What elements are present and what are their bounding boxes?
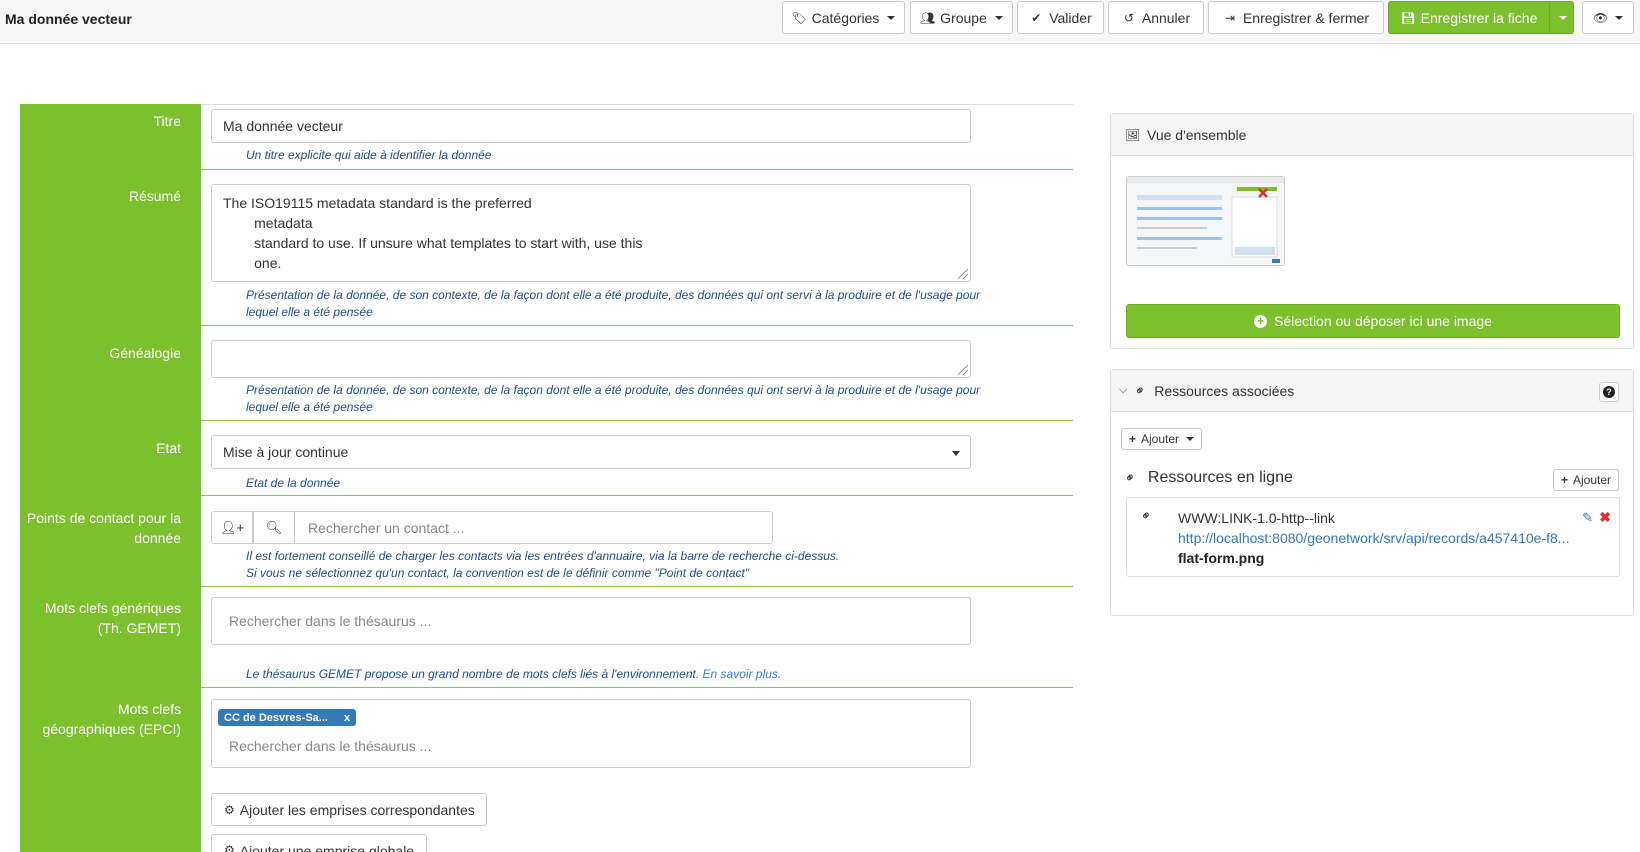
gemet-help: Le thésaurus GEMET propose un grand nomb… [246,667,782,681]
view-mode-dropdown[interactable]: 👁︎ [1582,1,1634,34]
contacts-help-1: Il est fortement conseillé de charger le… [246,549,840,563]
resume-label: Résumé [128,188,181,204]
caret-down-icon [1615,15,1623,20]
valider-button[interactable]: ✔ Valider [1017,1,1104,34]
etat-select[interactable]: Mise à jour continue [211,435,971,469]
caret-down-icon [1558,15,1567,20]
online-resources-heading: ⚭ Ressources en ligne [1120,468,1293,487]
resources-panel-header[interactable]: ⌵ ⚭ Ressources associées ? [1111,370,1633,412]
resources-panel: ⌵ ⚭ Ressources associées ? + Ajouter ⚭ R… [1110,369,1634,616]
groupe-dropdown-button[interactable]: 👥︎ Groupe [910,1,1013,34]
contact-search-group: 👤︎+ 🔍︎ Rechercher un contact ... [211,511,773,544]
gemet-learn-more-link[interactable]: En savoir plus [703,667,778,681]
plus-circle-icon: + [1254,314,1268,328]
caret-down-icon [1186,437,1195,441]
resume-line: one. [223,255,282,271]
gemet-label: Mots clefs génériques (Th. GEMET) [44,600,181,636]
user-plus-icon: 👤︎+ [219,519,245,535]
etat-label: Etat [156,440,181,456]
resize-handle-icon[interactable] [958,269,968,279]
undo-icon: ↺ [1123,10,1134,25]
genealogie-label: Généalogie [109,345,181,361]
plus-icon: + [1560,473,1568,487]
annuler-button[interactable]: ↺ Annuler [1108,1,1204,34]
tag-remove-button[interactable]: x [344,712,350,724]
epci-label: Mots clefs géographiques (EPCI) [42,701,181,737]
resource-url-link[interactable]: http://localhost:8080/geonetwork/srv/api… [1178,530,1570,546]
chevron-down-icon: ⌵ [1119,384,1128,396]
overview-thumbnail[interactable] [1126,176,1285,266]
thumbnail-preview-image [1127,177,1284,265]
resume-textarea[interactable]: The ISO19115 metadata standard is the pr… [211,184,971,282]
categories-dropdown-button[interactable]: 🏷︎ Catégories [782,1,905,34]
tags-icon: 🏷︎ [791,10,807,25]
resize-handle-icon[interactable] [958,365,968,375]
genealogie-textarea[interactable] [211,340,971,378]
link-icon: ⚭ [1136,506,1156,525]
add-contact-button[interactable]: 👤︎+ [211,511,253,544]
row-separator [201,325,1073,326]
plus-icon: + [1129,432,1137,446]
floppy-disk-icon: 💾︎ [1400,10,1416,25]
users-icon: 👥︎ [920,10,936,25]
link-icon: ⚭ [1131,380,1150,400]
online-resource-item: ⚭ WWW:LINK-1.0-http--link http://localho… [1126,497,1620,577]
caret-down-icon [952,451,960,456]
save-close-button[interactable]: ⇥ Enregistrer & fermer [1208,1,1384,34]
page-title: Ma donnée vecteur [5,11,132,27]
pencil-icon[interactable]: ✎ [1582,510,1593,526]
resource-protocol: WWW:LINK-1.0-http--link [1178,510,1335,526]
contact-search-input[interactable]: Rechercher un contact ... [295,511,773,544]
genealogie-help: Présentation de la donnée, de son contex… [246,383,981,414]
remove-icon[interactable]: ✖ [1599,509,1611,526]
search-contact-button[interactable]: 🔍︎ [253,511,295,544]
gear-icon: ⚙ [224,843,235,852]
save-options-dropdown[interactable] [1549,1,1574,34]
check-icon: ✔ [1031,10,1042,25]
epci-search-input[interactable]: Rechercher dans le thésaurus ... [229,738,431,754]
resume-line: metadata [223,215,313,231]
eye-icon: 👁︎ [1593,10,1609,25]
row-separator [201,169,1073,170]
link-icon: ⚭ [1120,468,1140,487]
row-separator [201,687,1073,688]
etat-help: Etat de la donnée [246,476,341,490]
row-separator [201,586,1073,587]
question-icon: ? [1603,386,1615,398]
upload-image-button[interactable]: + Sélection ou déposer ici une image [1126,304,1620,338]
contacts-help-2: Si vous ne sélectionnez qu'un contact, l… [246,566,750,580]
overview-panel-header: 🖼︎ Vue d'ensemble [1111,114,1633,156]
add-emprises-button[interactable]: ⚙ Ajouter les emprises correspondantes [211,793,487,826]
contacts-label: Points de contact pour la donnée [26,510,181,546]
help-button[interactable]: ? [1599,382,1619,402]
overview-panel: 🖼︎ Vue d'ensemble + Sélection ou déposer… [1110,113,1634,349]
gemet-search-input[interactable]: Rechercher dans le thésaurus ... [211,597,971,645]
sign-out-icon: ⇥ [1224,10,1235,25]
label-column [20,104,201,852]
row-separator [201,420,1073,421]
row-separator [201,495,1073,496]
resume-line: The ISO19115 metadata standard is the pr… [223,195,532,211]
caret-down-icon [994,15,1003,20]
titre-help: Un titre explicite qui aide à identifier… [246,148,492,162]
resume-help: Présentation de la donnée, de son contex… [246,288,981,319]
resume-line: standard to use. If unsure what template… [223,235,643,251]
top-toolbar: Ma donnée vecteur 🏷︎ Catégories 👥︎ Group… [0,0,1640,44]
titre-label: Titre [153,113,181,129]
search-icon: 🔍︎ [265,519,283,535]
titre-input[interactable]: Ma donnée vecteur [211,109,971,143]
epci-tag: CC de Desvres-Sa... x [218,709,357,726]
add-emprise-globale-button[interactable]: ⚙ Ajouter une emprise globale [211,834,427,852]
gear-icon: ⚙ [224,802,235,817]
add-resource-dropdown[interactable]: + Ajouter [1121,428,1203,450]
resource-filename: flat-form.png [1178,550,1265,566]
image-icon: 🖼︎ [1125,127,1141,142]
caret-down-icon [887,15,896,20]
add-online-resource-button[interactable]: + Ajouter [1552,469,1619,491]
save-button[interactable]: 💾︎ Enregistrer la fiche [1388,1,1550,34]
